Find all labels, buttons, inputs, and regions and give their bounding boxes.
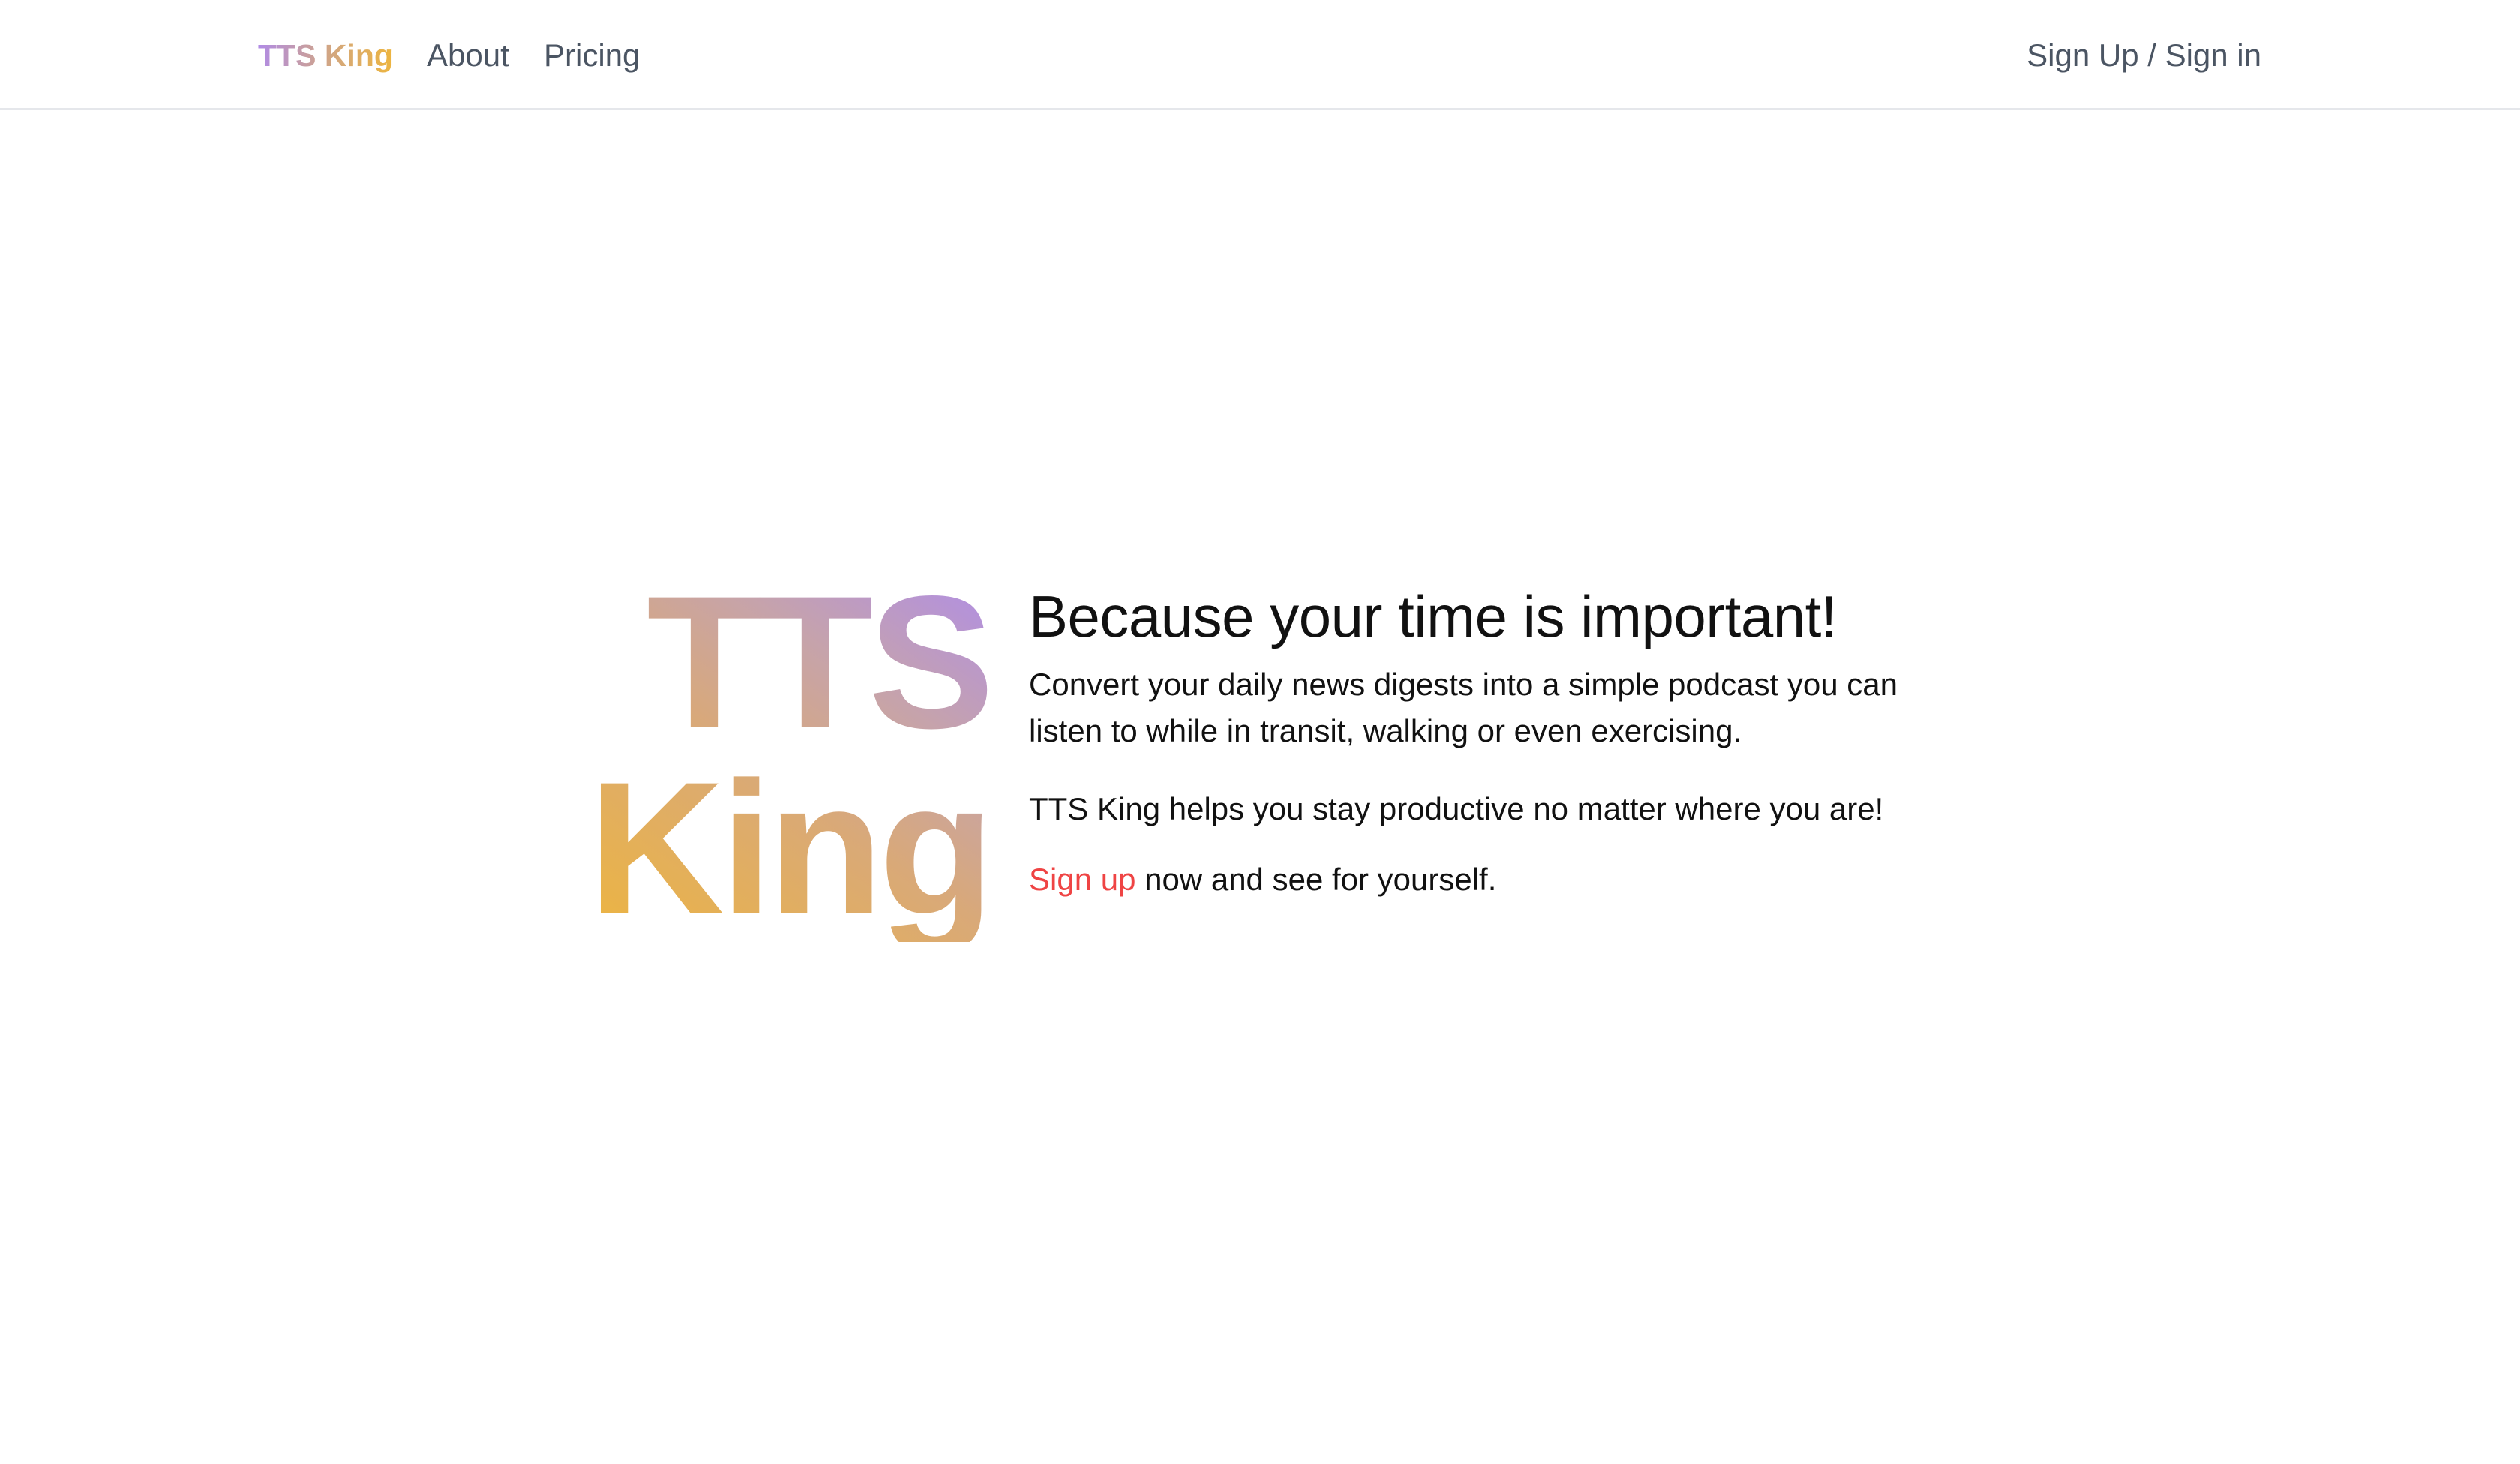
brand-logo-link[interactable]: TTS King xyxy=(258,34,393,76)
hero-text-block: Because your time is important! Convert … xyxy=(1029,578,1959,903)
hero-logo: TTS King xyxy=(585,570,990,942)
hero-description: Convert your daily news digests into a s… xyxy=(1029,667,1898,748)
hero-cta: Sign up now and see for yourself. xyxy=(1029,856,1959,903)
nav-link-pricing[interactable]: Pricing xyxy=(544,34,640,76)
signup-cta-link[interactable]: Sign up xyxy=(1029,862,1136,897)
hero-title: Because your time is important! xyxy=(1029,584,1837,650)
nav-link-about[interactable]: About xyxy=(427,34,509,76)
hero-cta-text: now and see for yourself. xyxy=(1136,862,1497,897)
hero-logo-line-1: TTS xyxy=(646,557,990,768)
hero-tagline: TTS King helps you stay productive no ma… xyxy=(1029,791,1884,826)
hero-logo-line-2: King xyxy=(588,743,990,954)
top-navbar: TTS King About Pricing Sign Up / Sign in xyxy=(0,0,2520,110)
signup-signin-link[interactable]: Sign Up / Sign in xyxy=(2026,34,2261,76)
